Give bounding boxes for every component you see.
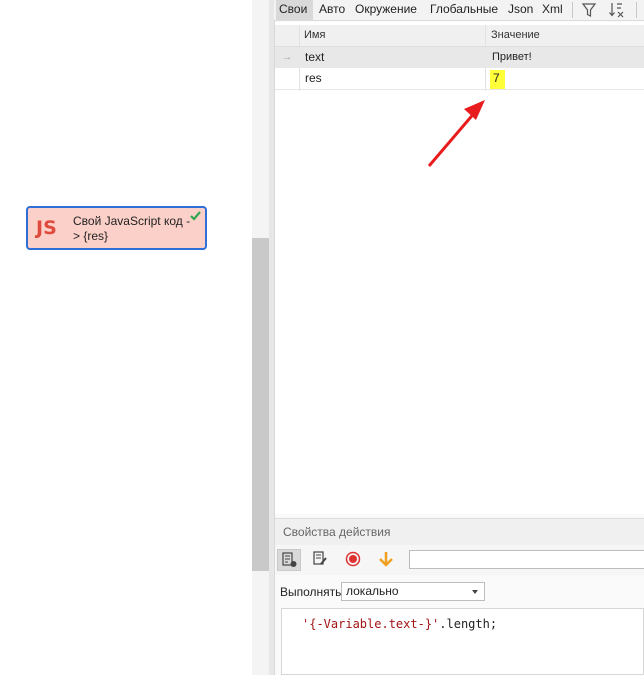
properties-icon — [282, 552, 297, 567]
code-line: '{-Variable.text-}'.length; — [302, 617, 497, 631]
down-arrow-icon — [379, 552, 393, 567]
code-method: .length; — [439, 617, 498, 631]
javascript-action-node[interactable]: JS Свой JavaScript код -> {res} — [26, 206, 207, 250]
table-row[interactable]: → text Привет! — [275, 47, 644, 68]
variable-value-cell[interactable]: Привет! — [486, 47, 644, 68]
row-indicator — [275, 68, 299, 89]
toolbar-divider — [636, 2, 637, 18]
current-row-indicator: → — [281, 51, 293, 63]
record-icon — [345, 551, 361, 567]
tab-environment[interactable]: Окружение — [352, 0, 420, 20]
code-string: '{-Variable.text-}' — [302, 617, 440, 631]
toolbar-divider — [572, 2, 573, 18]
grid-header: Имя Значение — [275, 25, 644, 47]
canvas-scrollbar-thumb[interactable] — [252, 238, 269, 571]
sort-clear-icon[interactable] — [607, 1, 625, 19]
tab-xml[interactable]: Xml — [539, 0, 566, 20]
workflow-canvas[interactable]: JS Свой JavaScript код -> {res} — [0, 0, 252, 675]
move-down-button[interactable] — [375, 549, 399, 571]
variable-name-cell[interactable]: text — [299, 47, 485, 68]
column-header-name[interactable]: Имя — [299, 25, 485, 46]
filter-icon[interactable] — [580, 1, 598, 19]
properties-button[interactable] — [277, 549, 301, 571]
tab-custom[interactable]: Свои — [276, 0, 313, 20]
variable-name-cell[interactable]: res — [299, 68, 485, 89]
highlighted-value: 7 — [490, 70, 505, 89]
execute-mode-value: локально — [346, 584, 399, 598]
record-button[interactable] — [342, 549, 366, 571]
tab-global[interactable]: Глобальные — [427, 0, 501, 20]
edit-icon — [313, 551, 327, 565]
variables-tabs: Свои Авто Окружение Глобальные Json Xml — [274, 0, 644, 21]
execute-row: Выполнять локально — [275, 578, 644, 606]
action-name-input[interactable] — [409, 550, 644, 569]
column-header-value[interactable]: Значение — [486, 25, 644, 46]
table-row[interactable]: res 7 — [275, 68, 644, 90]
variables-grid: Имя Значение → text Привет! res 7 — [275, 22, 644, 514]
chevron-down-icon — [472, 590, 478, 594]
tab-json[interactable]: Json — [505, 0, 536, 20]
js-logo-icon: JS — [36, 217, 57, 239]
execute-label: Выполнять — [280, 585, 342, 599]
node-title: Свой JavaScript код -> {res} — [73, 214, 191, 243]
properties-title: Свойства действия — [283, 525, 391, 539]
variable-value-cell[interactable]: 7 — [486, 68, 644, 89]
action-properties-header: Свойства действия — [275, 518, 644, 546]
edit-button[interactable] — [309, 549, 333, 571]
execute-mode-select[interactable]: локально — [341, 582, 485, 601]
tab-auto[interactable]: Авто — [316, 0, 348, 20]
code-editor[interactable]: '{-Variable.text-}'.length; — [281, 608, 644, 675]
properties-toolbar — [275, 545, 644, 575]
check-icon — [190, 211, 201, 221]
